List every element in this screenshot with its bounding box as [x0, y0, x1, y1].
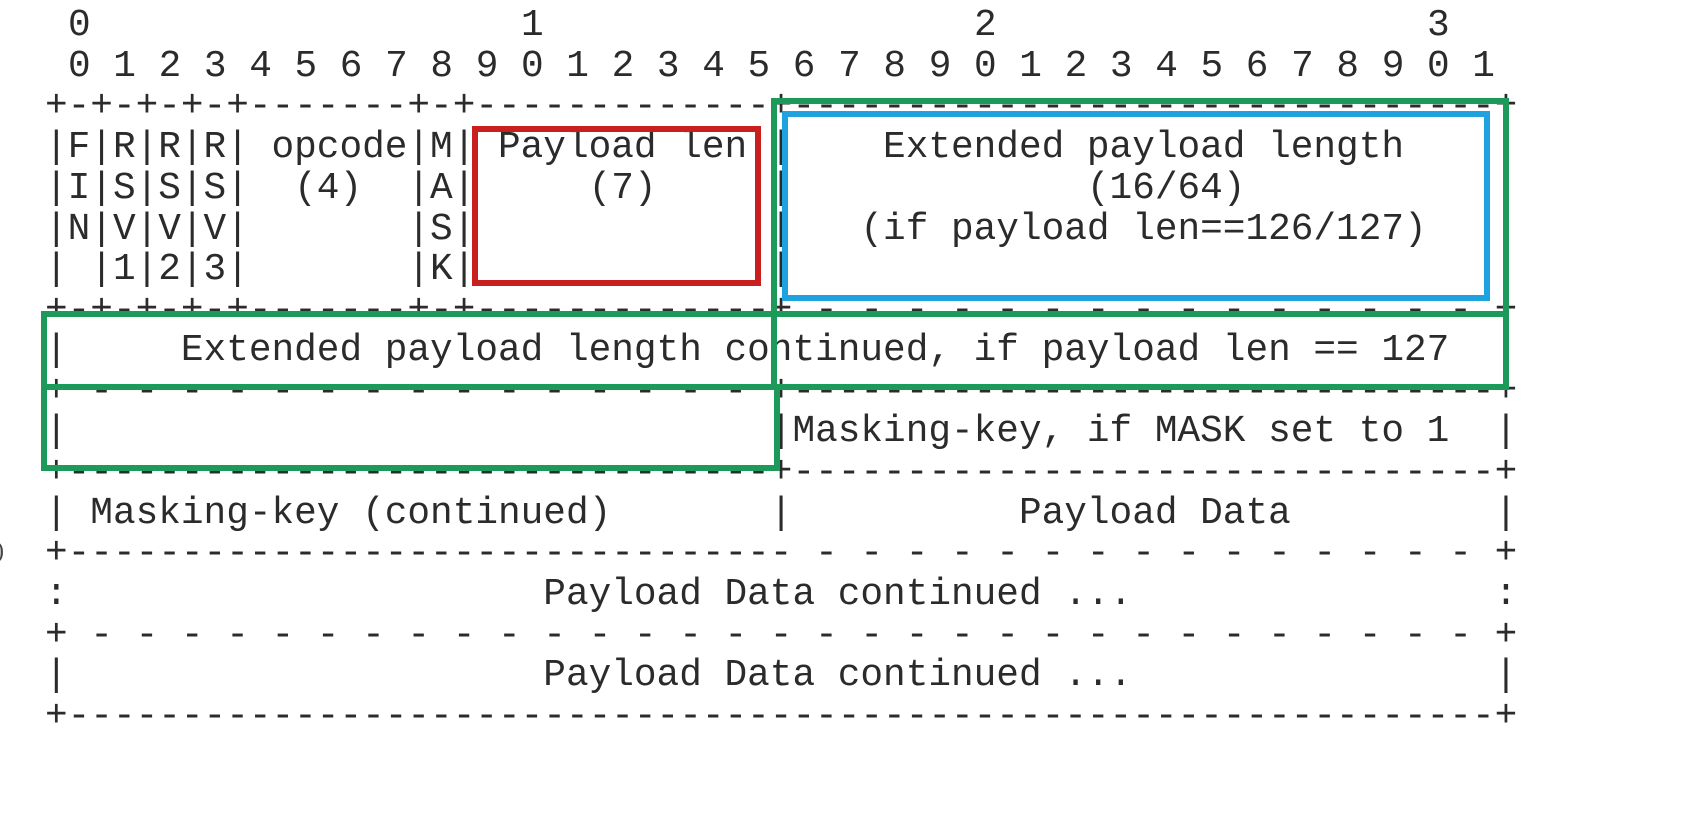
- frame-border-3: +-------------------------------+-------…: [45, 452, 1518, 494]
- edge-artifact: ): [0, 538, 4, 565]
- frame-border-1: +-+-+-+-+-------+-+-------------+ - - - …: [45, 290, 1518, 332]
- websocket-frame-diagram: 0 1 2 3 0 1 2 3 4 5 6 7 8 9 0 1 2 3 4 5 …: [0, 0, 1688, 826]
- frame-border-4: +-------------------------------- - - - …: [45, 533, 1518, 575]
- bit-ruler-tens: 0 1 2 3: [68, 5, 1450, 47]
- frame-border-top: +-+-+-+-+-------+-+-------------+-------…: [45, 86, 1518, 128]
- frame-border-2: + - - - - - - - - - - - - - - - +-------…: [45, 371, 1518, 413]
- frame-row-payload-continued-2: | Payload Data continued ... |: [45, 655, 1518, 697]
- frame-row-header-1: |F|R|R|R| opcode|M| Payload len | Extend…: [45, 127, 1518, 169]
- frame-row-extended-continued: | Extended payload length continued, if …: [45, 330, 1518, 372]
- frame-row-header-4: | |1|2|3| |K| | |: [45, 249, 1518, 291]
- frame-row-masking-key: | |Masking-key, if MASK set to 1 |: [45, 411, 1518, 453]
- bit-ruler-ones: 0 1 2 3 4 5 6 7 8 9 0 1 2 3 4 5 6 7 8 9 …: [68, 46, 1495, 88]
- frame-row-header-2: |I|S|S|S| (4) |A| (7) | (16/64) |: [45, 168, 1518, 210]
- frame-border-5: + - - - - - - - - - - - - - - - - - - - …: [45, 615, 1518, 657]
- frame-row-masking-key-continued: | Masking-key (continued) | Payload Data…: [45, 493, 1518, 535]
- frame-border-bottom: +---------------------------------------…: [45, 696, 1518, 738]
- frame-row-header-3: |N|V|V|V| |S| | (if payload len==126/127…: [45, 209, 1518, 251]
- frame-row-payload-continued-1: : Payload Data continued ... :: [45, 574, 1518, 616]
